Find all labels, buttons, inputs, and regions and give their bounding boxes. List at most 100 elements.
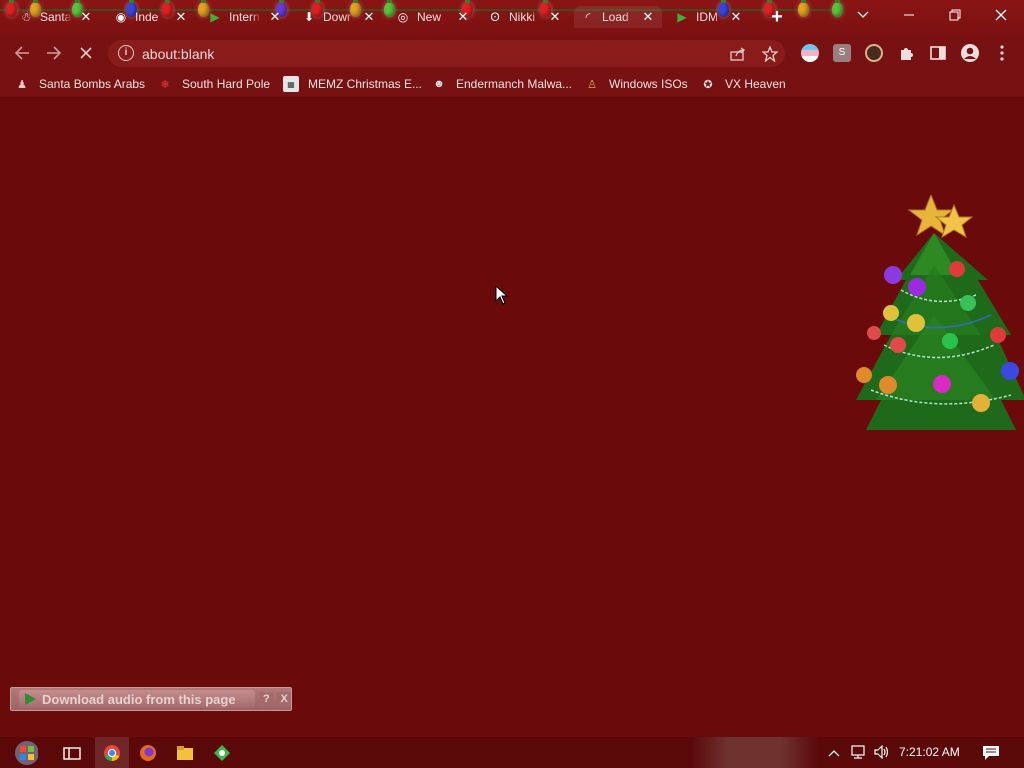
back-button[interactable] bbox=[12, 43, 32, 63]
show-hidden-icons-button[interactable] bbox=[828, 745, 840, 760]
bookmarks-bar: ♟ Santa Bombs Arabs ❄ South Hard Pole ▦ … bbox=[0, 70, 1024, 98]
bookmark-label: MEMZ Christmas E... bbox=[308, 77, 423, 91]
download-audio-label: Download audio from this page bbox=[42, 691, 236, 707]
close-button[interactable]: X bbox=[277, 692, 292, 706]
forward-button[interactable] bbox=[44, 43, 64, 63]
extension-s-icon[interactable]: S bbox=[833, 44, 851, 62]
close-icon[interactable]: ✕ bbox=[78, 9, 94, 25]
taskbar-firefox[interactable] bbox=[136, 741, 160, 765]
tab-title: New bbox=[417, 10, 442, 24]
download-audio-button[interactable]: Download audio from this page bbox=[19, 690, 256, 708]
volume-button[interactable] bbox=[874, 744, 890, 762]
tab-download[interactable]: ⬇ Dowr ✕ bbox=[301, 6, 377, 28]
side-panel-icon bbox=[930, 46, 946, 60]
tab-title: Dowr bbox=[323, 10, 352, 24]
bookmark-santa-bombs-arabs[interactable]: ♟ Santa Bombs Arabs bbox=[14, 75, 145, 93]
address-text[interactable]: about:blank bbox=[142, 46, 214, 62]
tab-idm[interactable]: ▶ IDM ✕ bbox=[674, 6, 744, 28]
close-icon[interactable]: ✕ bbox=[640, 9, 656, 25]
light-bulb-orange bbox=[798, 0, 809, 17]
taskbar-app[interactable] bbox=[210, 741, 234, 765]
back-arrow-icon bbox=[14, 46, 29, 60]
spy-icon: ◉ bbox=[115, 10, 127, 24]
tab-santa[interactable]: ☃ Santa ✕ bbox=[18, 6, 94, 28]
bookmark-vx-heaven[interactable]: ✪ VX Heaven bbox=[700, 75, 786, 93]
bookmark-label: South Hard Pole bbox=[182, 77, 271, 91]
snowflake-icon: ❄ bbox=[160, 78, 170, 91]
network-button[interactable] bbox=[850, 745, 866, 762]
light-bulb-red bbox=[6, 0, 17, 17]
close-icon[interactable]: ✕ bbox=[173, 9, 189, 25]
extension-avatar-icon[interactable] bbox=[865, 44, 883, 62]
close-icon[interactable]: ✕ bbox=[455, 9, 471, 25]
chrome-icon: ◎ bbox=[397, 10, 409, 24]
help-button[interactable]: ? bbox=[259, 692, 274, 706]
restore-button[interactable] bbox=[932, 0, 978, 30]
restore-icon bbox=[949, 9, 961, 21]
tab-title: IDM bbox=[696, 10, 718, 24]
profile-icon bbox=[961, 44, 979, 62]
page-content: Download audio from this page ? X bbox=[0, 99, 1024, 737]
bookmark-star-button[interactable] bbox=[760, 44, 780, 64]
taskbar-clock[interactable]: 7:21:02 AM bbox=[899, 745, 960, 759]
volume-icon bbox=[874, 744, 889, 760]
light-bulb-green bbox=[384, 0, 395, 17]
tab-nikki[interactable]: ʘ Nikki ✕ bbox=[487, 6, 563, 28]
tab-title: Santa bbox=[40, 10, 72, 24]
stop-button[interactable] bbox=[76, 43, 96, 63]
tab-title: Inde bbox=[135, 10, 159, 24]
notifications-button[interactable] bbox=[982, 745, 1000, 764]
star-icon bbox=[762, 46, 778, 62]
extensions-button[interactable] bbox=[896, 43, 916, 63]
close-icon[interactable]: ✕ bbox=[728, 9, 744, 25]
task-view-button[interactable] bbox=[60, 741, 84, 765]
play-icon bbox=[25, 693, 36, 705]
tab-strip: ☃ Santa ✕ ◉ Inde ✕ ▶ Intern ✕ ⬇ Dowr ✕ ◎… bbox=[0, 0, 1024, 36]
side-panel-button[interactable] bbox=[928, 43, 948, 63]
bookmark-label: VX Heaven bbox=[725, 77, 786, 91]
forward-arrow-icon bbox=[47, 46, 62, 60]
tab-intern[interactable]: ▶ Intern ✕ bbox=[207, 6, 283, 28]
start-button[interactable] bbox=[14, 741, 38, 765]
address-bar[interactable]: i about:blank bbox=[108, 40, 785, 67]
tab-inde[interactable]: ◉ Inde ✕ bbox=[113, 6, 189, 28]
tab-title: Nikki bbox=[509, 10, 535, 24]
download-icon: ⬇ bbox=[303, 10, 315, 24]
taskbar-highlight bbox=[690, 737, 820, 768]
bookmark-endermanch-malware[interactable]: ☻ Endermanch Malwa... bbox=[431, 75, 572, 93]
close-icon[interactable]: ✕ bbox=[361, 9, 377, 25]
new-tab-button[interactable]: + bbox=[767, 7, 787, 28]
tab-loading[interactable]: ◜ Load ✕ bbox=[574, 6, 662, 28]
chrome-icon bbox=[104, 744, 120, 761]
minimize-icon bbox=[904, 14, 914, 16]
share-button[interactable] bbox=[728, 44, 748, 64]
close-icon[interactable]: ✕ bbox=[547, 9, 563, 25]
menu-button[interactable] bbox=[992, 43, 1012, 63]
close-icon[interactable]: ✕ bbox=[267, 9, 283, 25]
more-vertical-icon bbox=[1000, 45, 1004, 61]
close-window-button[interactable] bbox=[978, 0, 1024, 30]
vx-icon: ✪ bbox=[703, 78, 713, 91]
firefox-icon bbox=[140, 745, 156, 761]
play-icon: ▶ bbox=[210, 10, 220, 24]
tab-search-button[interactable] bbox=[840, 0, 886, 30]
profile-button[interactable] bbox=[960, 43, 980, 63]
taskbar-chrome[interactable] bbox=[95, 737, 129, 768]
minimize-button[interactable] bbox=[886, 0, 932, 30]
close-icon bbox=[995, 9, 1007, 21]
mouse-cursor-icon bbox=[495, 285, 509, 305]
tab-title: Load bbox=[602, 10, 629, 24]
idm-icon: ▶ bbox=[677, 10, 687, 24]
info-icon[interactable]: i bbox=[118, 45, 134, 61]
santa-icon: ☃ bbox=[20, 10, 32, 24]
santa-icon: ♟ bbox=[17, 78, 27, 91]
tab-title: Intern bbox=[229, 10, 260, 24]
tab-new[interactable]: ◎ New ✕ bbox=[395, 6, 471, 28]
bookmark-south-hard-pole[interactable]: ❄ South Hard Pole bbox=[157, 75, 270, 93]
bookmark-label: Windows ISOs bbox=[609, 77, 688, 91]
taskbar-file-explorer[interactable] bbox=[173, 741, 197, 765]
extension-flag-icon[interactable] bbox=[801, 44, 819, 62]
share-icon bbox=[730, 47, 746, 61]
bookmark-windows-isos[interactable]: ♙ Windows ISOs bbox=[584, 75, 688, 93]
bookmark-memz-christmas[interactable]: ▦ MEMZ Christmas E... bbox=[283, 75, 422, 93]
